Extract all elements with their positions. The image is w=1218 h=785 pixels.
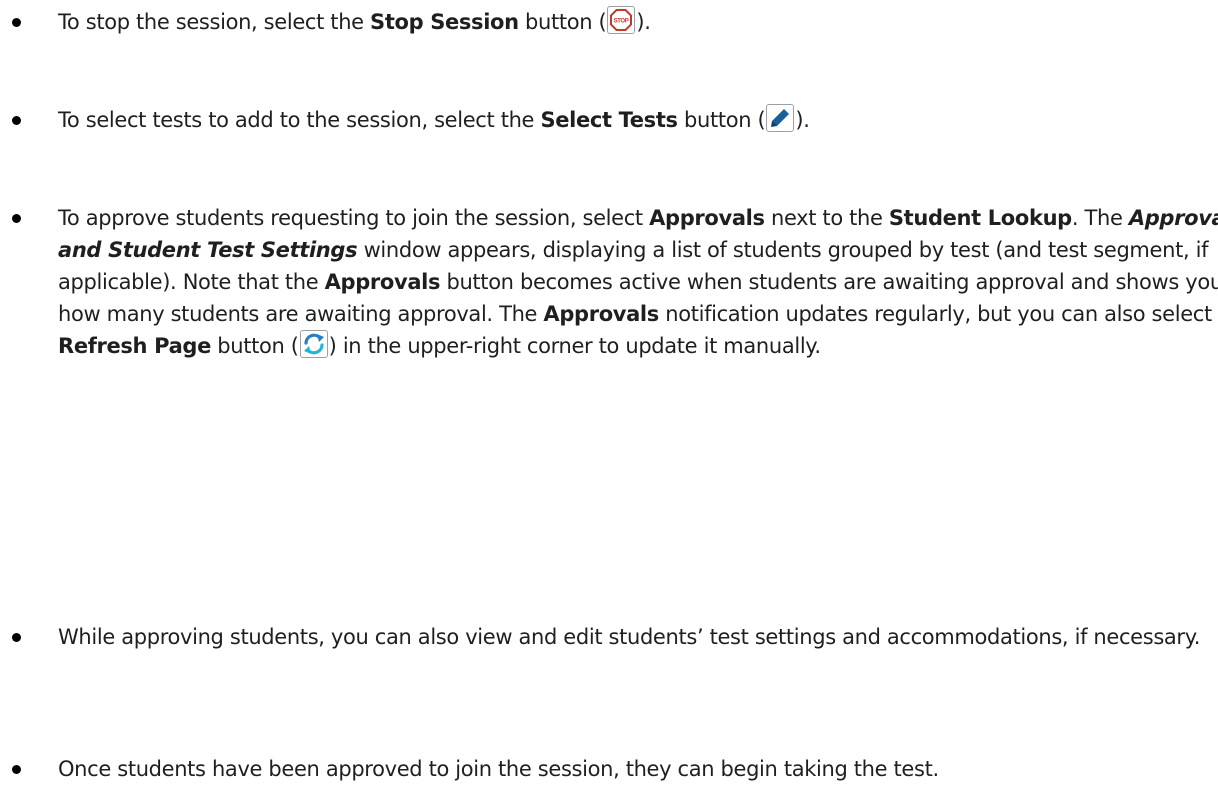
approvals-label: Approvals [649,206,765,230]
bullet-icon [12,18,21,27]
instruction-list: To stop the session, select the Stop Ses… [0,0,1218,781]
item-text: next to the [764,206,889,230]
refresh-icon [299,330,328,358]
item-text: To select tests to add to the session, s… [58,108,541,132]
list-item-stop-session: To stop the session, select the Stop Ses… [0,6,1218,38]
bullet-icon [12,765,21,774]
approvals-label: Approvals [324,270,441,294]
list-item-begin-test: Once students have been approved to join… [0,753,1218,785]
stop-session-label: Stop Session [370,10,519,34]
list-item-select-tests: To select tests to add to the session, s… [0,104,1218,136]
item-text: ). [636,10,651,34]
item-text: To approve students requesting to join t… [58,206,650,230]
item-text: ). [795,108,810,132]
item-text: notification updates regularly, but you … [658,302,1218,326]
item-text: button ( [210,334,299,358]
refresh-page-label: Refresh Page [58,334,211,358]
item-text: Once students have been approved to join… [58,757,939,781]
item-text: button ( [518,10,607,34]
select-tests-label: Select Tests [540,108,678,132]
bullet-icon [12,116,21,125]
item-text: . The [1071,206,1129,230]
item-text: To stop the session, select the [58,10,371,34]
list-item-approving-settings: While approving students, you can also v… [0,621,1218,653]
item-text: ) in the upper-right corner to update it… [328,334,821,358]
document-page: To stop the session, select the Stop Ses… [0,0,1218,781]
svg-text:STOP: STOP [614,19,629,25]
approvals-label: Approvals [543,302,659,326]
bullet-icon [12,214,21,223]
item-text: While approving students, you can also v… [58,625,1201,649]
list-item-approvals: To approve students requesting to join t… [0,202,1218,362]
student-lookup-label: Student Lookup [888,206,1072,230]
item-text: button ( [677,108,766,132]
pencil-icon [766,104,795,132]
bullet-icon [12,633,21,642]
stop-icon: STOP [607,6,636,34]
